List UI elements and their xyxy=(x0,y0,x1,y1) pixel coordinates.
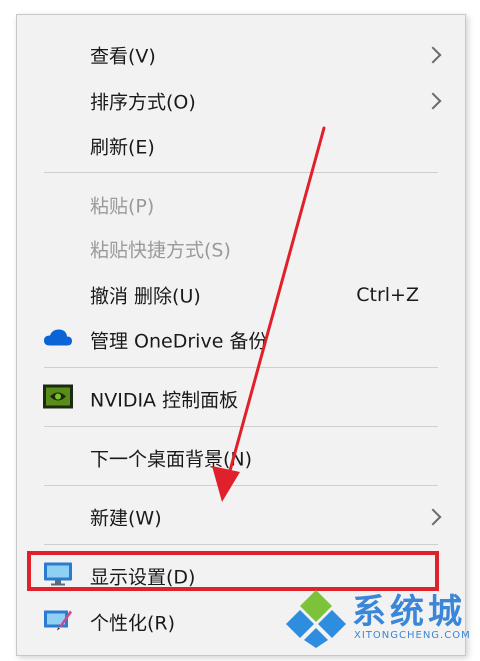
onedrive-cloud-icon xyxy=(43,328,73,353)
chevron-right-icon xyxy=(424,508,442,526)
menu-item-refresh[interactable]: 刷新(E) xyxy=(17,126,465,166)
menu-item-shortcut: Ctrl+Z xyxy=(356,284,419,306)
personalize-icon xyxy=(43,607,73,638)
menu-item-manage-onedrive-backup[interactable]: 管理 OneDrive 备份 xyxy=(17,320,465,360)
menu-item-label: 粘贴快捷方式(S) xyxy=(90,239,231,262)
menu-separator xyxy=(44,544,438,545)
menu-item-label: 排序方式(O) xyxy=(90,91,196,114)
nvidia-icon xyxy=(43,384,73,414)
menu-separator xyxy=(44,172,438,173)
chevron-right-icon xyxy=(424,92,442,110)
menu-item-label: 撤消 删除(U) xyxy=(90,285,201,308)
menu-item-label: 粘贴(P) xyxy=(90,195,155,218)
menu-item-label: 刷新(E) xyxy=(90,136,155,159)
menu-item-label: 新建(W) xyxy=(90,507,162,530)
menu-item-label: 查看(V) xyxy=(90,45,156,68)
chevron-right-icon xyxy=(424,46,442,64)
menu-separator xyxy=(44,367,438,368)
menu-item-label: 管理 OneDrive 备份 xyxy=(90,330,268,353)
menu-item-paste-shortcut: 粘贴快捷方式(S) xyxy=(17,229,465,269)
menu-item-view[interactable]: 查看(V) xyxy=(17,35,465,75)
menu-item-next-desktop-background[interactable]: 下一个桌面背景(N) xyxy=(17,438,465,478)
menu-item-new[interactable]: 新建(W) xyxy=(17,497,465,537)
desktop-context-menu: 查看(V) 排序方式(O) 刷新(E) 粘贴(P) 粘贴快捷方式(S) 撤消 删… xyxy=(16,14,466,656)
menu-item-undo-delete[interactable]: 撤消 删除(U) Ctrl+Z xyxy=(17,275,465,315)
menu-item-label: 下一个桌面背景(N) xyxy=(90,448,253,471)
menu-item-sort-by[interactable]: 排序方式(O) xyxy=(17,81,465,121)
menu-item-label: NVIDIA 控制面板 xyxy=(90,389,239,412)
menu-separator xyxy=(44,485,438,486)
watermark-subtitle: XITONGCHENG.COM xyxy=(354,630,471,641)
watermark-title: 系统城 xyxy=(352,592,466,632)
menu-item-paste: 粘贴(P) xyxy=(17,185,465,225)
watermark-logo-icon xyxy=(286,588,346,652)
menu-item-label: 个性化(R) xyxy=(90,612,176,635)
menu-item-nvidia-control-panel[interactable]: NVIDIA 控制面板 xyxy=(17,379,465,419)
menu-separator xyxy=(44,426,438,427)
watermark: 系统城 XITONGCHENG.COM xyxy=(286,584,476,656)
